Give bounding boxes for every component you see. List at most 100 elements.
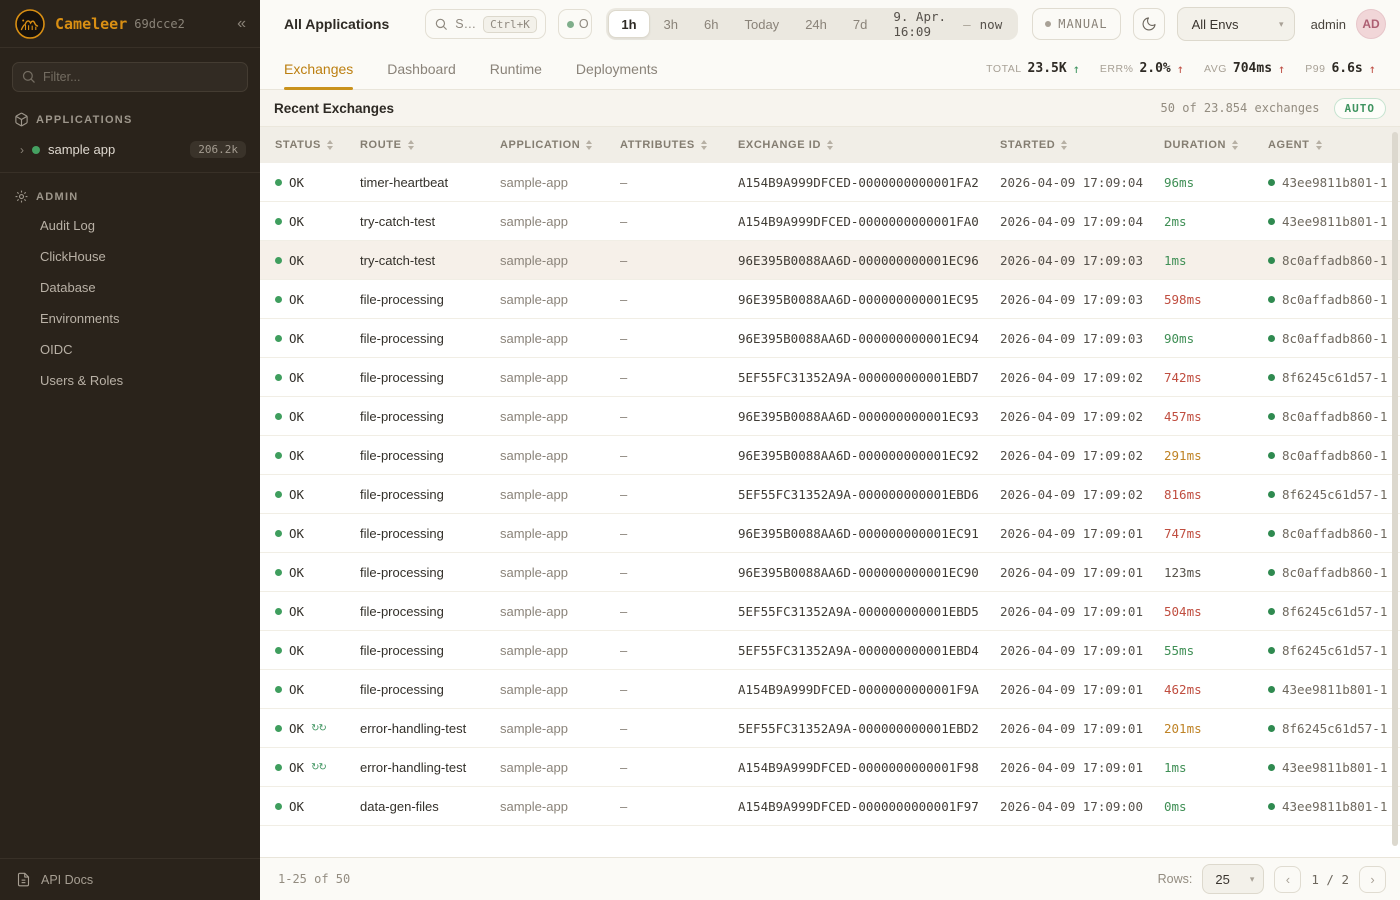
column-header-started[interactable]: STARTED [1000, 139, 1164, 151]
table-row[interactable]: OKfile-processingsample-app–96E395B0088A… [260, 319, 1400, 358]
sidebar-item-database[interactable]: Database [0, 272, 260, 303]
started-cell: 2026-04-09 17:09:03 [1000, 331, 1164, 346]
table-row[interactable]: OKfile-processingsample-app–5EF55FC31352… [260, 475, 1400, 514]
application-cell: sample-app [500, 643, 620, 658]
range-separator: – [963, 17, 971, 32]
env-select[interactable]: All Envs ▾ [1177, 7, 1295, 41]
table-row[interactable]: OKtimer-heartbeatsample-app–A154B9A999DF… [260, 163, 1400, 202]
agent-cell: 8f6245c61d57-1 [1268, 487, 1400, 502]
table-row[interactable]: OKfile-processingsample-app–96E395B0088A… [260, 397, 1400, 436]
chevron-right-icon[interactable]: › [20, 143, 24, 157]
status-cell: OK [275, 487, 360, 502]
auto-refresh-badge[interactable]: AUTO [1334, 98, 1387, 119]
application-cell: sample-app [500, 370, 620, 385]
panel-header: Recent Exchanges 50 of 23.854 exchanges … [260, 90, 1400, 127]
sidebar-item-api-docs[interactable]: API Docs [0, 858, 260, 900]
time-range-1h[interactable]: 1h [608, 10, 649, 38]
route-cell: file-processing [360, 448, 500, 463]
route-cell: try-catch-test [360, 214, 500, 229]
column-header-agent[interactable]: AGENT [1268, 139, 1400, 151]
custom-date-range[interactable]: 9. Apr. 16:09 – now [879, 9, 1016, 39]
duration-cell: 1ms [1164, 253, 1268, 268]
time-range-6h[interactable]: 6h [692, 10, 730, 38]
table-row[interactable]: OKtry-catch-testsample-app–A154B9A999DFC… [260, 202, 1400, 241]
time-range-today[interactable]: Today [732, 10, 791, 38]
started-cell: 2026-04-09 17:09:01 [1000, 526, 1164, 541]
duration-cell: 90ms [1164, 331, 1268, 346]
dark-mode-toggle[interactable] [1133, 8, 1165, 40]
column-header-attributes[interactable]: ATTRIBUTES [620, 139, 738, 151]
time-range-7d[interactable]: 7d [841, 10, 879, 38]
table-row[interactable]: OKfile-processingsample-app–96E395B0088A… [260, 553, 1400, 592]
exchange-id-cell: 96E395B0088AA6D-000000000001EC96 [738, 253, 1000, 268]
attributes-cell: – [620, 643, 738, 658]
tab-runtime[interactable]: Runtime [490, 48, 542, 89]
table-row[interactable]: OKtry-catch-testsample-app–96E395B0088AA… [260, 241, 1400, 280]
started-cell: 2026-04-09 17:09:01 [1000, 565, 1164, 580]
application-cell: sample-app [500, 682, 620, 697]
started-cell: 2026-04-09 17:09:01 [1000, 643, 1164, 658]
table-row[interactable]: OKfile-processingsample-app–5EF55FC31352… [260, 592, 1400, 631]
ok-status-dot [275, 647, 282, 654]
connection-status-button[interactable]: O [558, 9, 593, 39]
sort-icon [1232, 140, 1238, 150]
agent-cell: 8f6245c61d57-1 [1268, 643, 1400, 658]
tab-dashboard[interactable]: Dashboard [387, 48, 456, 89]
exchange-id-cell: A154B9A999DFCED-0000000000001F97 [738, 799, 1000, 814]
column-label: AGENT [1268, 139, 1310, 151]
version-label: 69dcce2 [134, 17, 185, 31]
route-cell: file-processing [360, 409, 500, 424]
status-cell: OK [275, 175, 360, 190]
table-row[interactable]: OKfile-processingsample-app–5EF55FC31352… [260, 631, 1400, 670]
sidebar-item-oidc[interactable]: OIDC [0, 334, 260, 365]
time-range-3h[interactable]: 3h [652, 10, 690, 38]
rows-per-page-select[interactable]: 25 ▾ [1202, 864, 1264, 894]
tab-deployments[interactable]: Deployments [576, 48, 658, 89]
sidebar-item-sample-app[interactable]: › sample app 206.2k [0, 133, 260, 168]
agent-id: 43ee9811b801-1 [1282, 799, 1387, 814]
column-header-route[interactable]: ROUTE [360, 139, 500, 151]
cameleer-logo-icon [14, 8, 46, 40]
table-row[interactable]: OKfile-processingsample-app–5EF55FC31352… [260, 358, 1400, 397]
sidebar-collapse-icon[interactable]: « [237, 15, 246, 33]
time-range-24h[interactable]: 24h [793, 10, 839, 38]
started-cell: 2026-04-09 17:09:03 [1000, 253, 1164, 268]
table-row[interactable]: OK↻↻error-handling-testsample-app–A154B9… [260, 748, 1400, 787]
column-header-duration[interactable]: DURATION [1164, 139, 1268, 151]
agent-id: 8c0affadb860-1 [1282, 409, 1387, 424]
manual-refresh-button[interactable]: MANUAL [1032, 8, 1120, 40]
sidebar-item-users-roles[interactable]: Users & Roles [0, 365, 260, 396]
sidebar-item-environments[interactable]: Environments [0, 303, 260, 334]
avatar[interactable]: AD [1356, 9, 1386, 39]
table-row[interactable]: OKfile-processingsample-app–96E395B0088A… [260, 514, 1400, 553]
agent-status-dot [1268, 608, 1275, 615]
filter-input[interactable] [12, 62, 248, 92]
agent-cell: 43ee9811b801-1 [1268, 799, 1400, 814]
table-row[interactable]: OKfile-processingsample-app–96E395B0088A… [260, 280, 1400, 319]
sort-icon [1316, 140, 1322, 150]
status-label: OK [289, 175, 304, 190]
global-search-input[interactable]: S… Ctrl+K [425, 9, 546, 39]
sort-icon [408, 140, 414, 150]
status-cell: OK↻↻ [275, 721, 360, 736]
exchange-id-cell: 5EF55FC31352A9A-000000000001EBD4 [738, 643, 1000, 658]
agent-status-dot [1268, 218, 1275, 225]
agent-cell: 8f6245c61d57-1 [1268, 604, 1400, 619]
table-scrollbar[interactable] [1392, 132, 1398, 846]
column-header-exchange-id[interactable]: EXCHANGE ID [738, 139, 1000, 151]
table-row[interactable]: OKfile-processingsample-app–96E395B0088A… [260, 436, 1400, 475]
tab-exchanges[interactable]: Exchanges [284, 48, 353, 89]
prev-page-button[interactable]: ‹ [1274, 866, 1301, 893]
duration-cell: 123ms [1164, 565, 1268, 580]
app-name: sample app [48, 142, 115, 157]
next-page-button[interactable]: › [1359, 866, 1386, 893]
sidebar-item-clickhouse[interactable]: ClickHouse [0, 241, 260, 272]
status-label: OK [289, 799, 304, 814]
manual-dot-icon [1045, 21, 1051, 27]
column-header-application[interactable]: APPLICATION [500, 139, 620, 151]
sidebar-item-audit-log[interactable]: Audit Log [0, 210, 260, 241]
table-row[interactable]: OKdata-gen-filessample-app–A154B9A999DFC… [260, 787, 1400, 826]
table-row[interactable]: OK↻↻error-handling-testsample-app–5EF55F… [260, 709, 1400, 748]
column-header-status[interactable]: STATUS [275, 139, 360, 151]
table-row[interactable]: OKfile-processingsample-app–A154B9A999DF… [260, 670, 1400, 709]
